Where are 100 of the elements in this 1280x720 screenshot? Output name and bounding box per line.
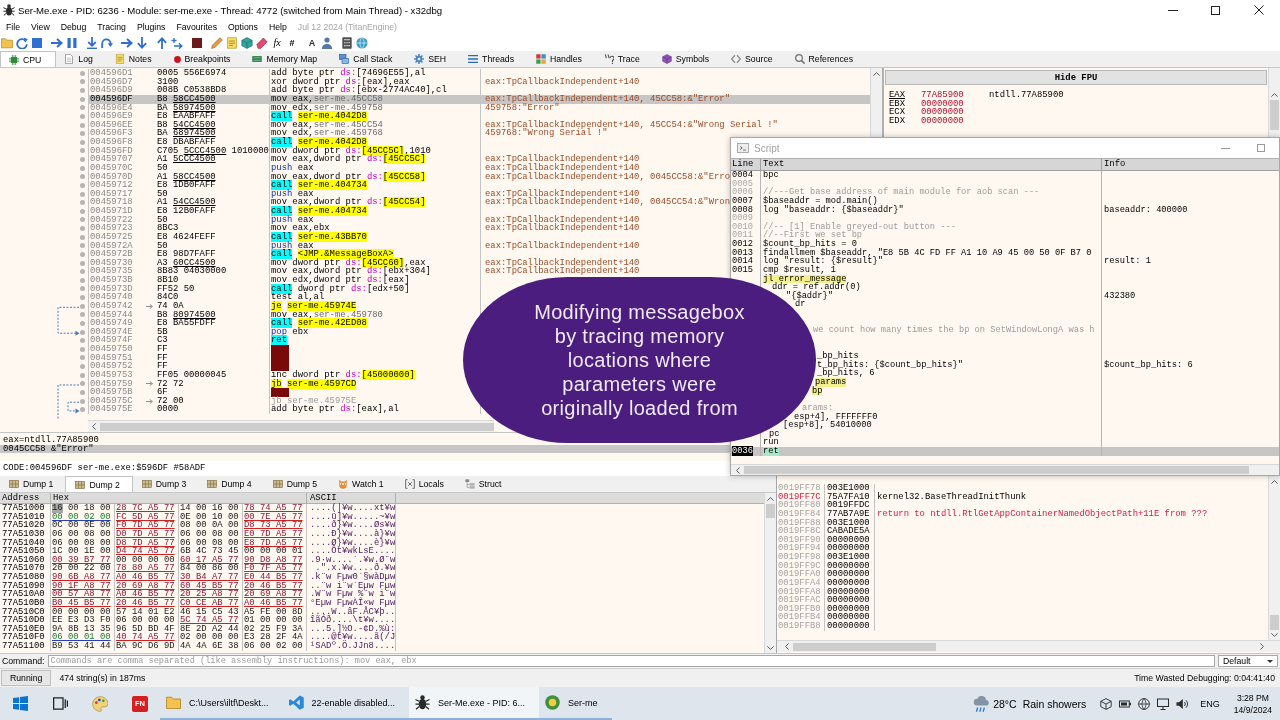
language-indicator[interactable]: ENG [1200, 698, 1220, 709]
tab[interactable]: CPU [0, 51, 57, 67]
tab[interactable]: Call Stack [331, 51, 407, 67]
globe-outline-icon[interactable] [1138, 697, 1151, 710]
breakpoint-dot-icon[interactable] [80, 364, 85, 370]
breakpoint-dot-icon[interactable] [80, 157, 85, 163]
breakpoint-dot-icon[interactable] [80, 260, 85, 266]
tab[interactable]: Source [723, 51, 787, 67]
breakpoint-dot-icon[interactable] [80, 191, 85, 197]
note-icon[interactable] [226, 36, 238, 49]
speaker-icon[interactable] [1176, 697, 1189, 710]
breakpoint-dot-icon[interactable] [80, 269, 85, 275]
tab[interactable]: Struct [455, 476, 514, 492]
square-icon[interactable] [191, 36, 203, 49]
scrollbar[interactable] [764, 493, 776, 653]
right-arrow-icon[interactable] [51, 36, 63, 49]
tab[interactable]: SEH [406, 51, 461, 67]
menu-item[interactable]: Tracing [97, 22, 126, 32]
breakpoint-dot-icon[interactable] [80, 389, 85, 395]
taskbar-window-button[interactable]: Ser-me [539, 687, 612, 720]
taskbar-window-button[interactable]: C:\Users\iltf\Deskt... [160, 687, 283, 720]
breakpoint-dot-icon[interactable] [80, 88, 85, 94]
scroll-down-icon[interactable] [767, 646, 774, 650]
breakpoint-dot-icon[interactable] [80, 312, 85, 318]
breakpoint-dot-icon[interactable] [80, 96, 85, 102]
pause-icon[interactable] [66, 36, 78, 49]
register-name[interactable]: EBX [889, 99, 921, 109]
tab[interactable]: Dump 4 [198, 476, 264, 492]
tab[interactable]: Handles [528, 51, 596, 67]
scrollbar[interactable] [1268, 68, 1280, 137]
scrollbar[interactable] [777, 640, 1280, 652]
calculator-icon[interactable] [341, 36, 353, 49]
tab[interactable]: Threads [460, 51, 528, 67]
command-input[interactable]: Commands are comma separated (like assembly instructions): mov eax, ebx [47, 655, 1215, 667]
breakpoint-dot-icon[interactable] [80, 381, 85, 387]
register-value[interactable]: 00000000 [921, 99, 989, 109]
breakpoint-dot-icon[interactable] [80, 139, 85, 145]
mode-dropdown[interactable]: Default [1218, 655, 1278, 667]
tab[interactable]: Dump 1 [0, 476, 66, 492]
breakpoint-dot-icon[interactable] [80, 200, 85, 206]
breakpoint-dot-icon[interactable] [80, 320, 85, 326]
breakpoint-dot-icon[interactable] [80, 372, 85, 378]
tab[interactable]: Breakpoints [165, 51, 245, 67]
breakpoint-dot-icon[interactable] [80, 338, 85, 344]
scroll-right-icon[interactable] [1260, 643, 1264, 650]
register-name[interactable]: EAX [889, 91, 921, 100]
tab[interactable]: Watch 1 [329, 476, 396, 492]
menu-item[interactable]: View [31, 22, 50, 32]
scrollbar-thumb[interactable] [1270, 615, 1279, 630]
hide-fpu-button[interactable]: Hide FPU [885, 70, 1267, 85]
tab[interactable]: Dump 2 [65, 476, 133, 492]
breakpoint-dot-icon[interactable] [80, 234, 85, 240]
breakpoint-dot-icon[interactable] [80, 355, 85, 361]
menu-item[interactable]: Favourites [176, 22, 217, 32]
step-over-icon[interactable] [101, 36, 113, 49]
scroll-up-icon[interactable] [767, 497, 774, 501]
breakpoint-dot-icon[interactable] [80, 398, 85, 404]
stop-icon[interactable] [31, 36, 43, 49]
menu-item[interactable]: Plugins [136, 22, 166, 32]
scroll-left-icon[interactable] [785, 643, 789, 650]
up-arrow-icon[interactable] [156, 36, 168, 49]
register-value[interactable]: 77A85900 [921, 91, 989, 100]
breakpoint-dot-icon[interactable] [80, 131, 85, 137]
tab[interactable]: Memory Map [244, 51, 332, 67]
scrollbar-thumb[interactable] [1270, 100, 1279, 130]
breakpoint-dot-icon[interactable] [80, 277, 85, 283]
breakpoint-dot-icon[interactable] [80, 79, 85, 85]
scrollbar[interactable] [870, 68, 882, 137]
scrollbar[interactable] [1268, 476, 1280, 640]
scroll-left-icon[interactable] [92, 423, 96, 430]
breakpoint-dot-icon[interactable] [80, 182, 85, 188]
register-name[interactable]: ECX [889, 108, 921, 117]
breakpoint-dot-icon[interactable] [80, 217, 85, 223]
menu-item[interactable]: Options [228, 22, 258, 32]
clock-button[interactable]: 3:28 PM 14/9/2024 [1233, 691, 1272, 716]
scroll-up-icon[interactable] [1271, 480, 1278, 484]
tab[interactable]: Dump 5 [263, 476, 330, 492]
person-icon[interactable] [321, 36, 333, 49]
tab[interactable]: Locals [395, 476, 456, 492]
breakpoint-dot-icon[interactable] [80, 329, 85, 335]
restart-icon[interactable] [16, 36, 28, 49]
hash-button[interactable]: # [286, 36, 298, 49]
plus-arrow-icon[interactable] [171, 36, 183, 49]
cube-icon[interactable] [241, 36, 253, 49]
tab[interactable]: Symbols [653, 51, 724, 67]
breakpoint-dot-icon[interactable] [80, 226, 85, 232]
scrollbar-thumb[interactable] [744, 466, 1249, 474]
breakpoint-dot-icon[interactable] [80, 113, 85, 119]
tab[interactable]: References [786, 51, 868, 67]
tab[interactable]: Notes [106, 51, 166, 67]
pencil-icon[interactable] [211, 36, 223, 49]
breakpoint-dot-icon[interactable] [80, 174, 85, 180]
scrollbar-thumb[interactable] [766, 504, 775, 518]
scroll-down-icon[interactable] [1271, 633, 1278, 637]
display-icon[interactable] [1157, 697, 1170, 710]
step-into-icon[interactable] [86, 36, 98, 49]
down-arrow-icon[interactable] [136, 36, 148, 49]
breakpoint-dot-icon[interactable] [80, 165, 85, 171]
breakpoint-dot-icon[interactable] [80, 286, 85, 292]
taskbar-window-button[interactable]: Ser-Me.exe - PID: 6... [409, 687, 540, 720]
